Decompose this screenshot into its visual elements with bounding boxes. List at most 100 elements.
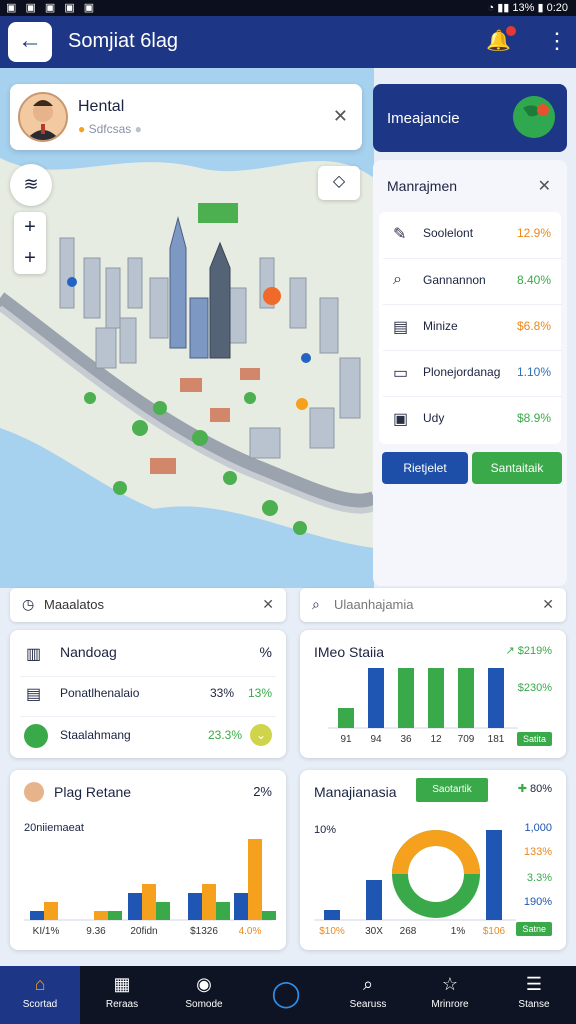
- info-tile[interactable]: Imeajancie: [373, 84, 567, 152]
- bar: [156, 902, 170, 920]
- side-panel-title: Manrajmen: [387, 178, 458, 194]
- bar: [142, 884, 156, 920]
- page-title: Somjiat 6lag: [68, 30, 179, 52]
- nav-home[interactable]: ⌂ Scortad: [0, 966, 80, 1024]
- nav-label: Scortad: [22, 999, 58, 1010]
- metric-row[interactable]: ✎ Soolelont 12.9%: [383, 212, 563, 257]
- menu-icon: ☰: [525, 974, 543, 994]
- row-label: Ponatlhenalaio: [60, 686, 140, 700]
- nav-grid[interactable]: ▦ Reraas: [82, 966, 162, 1024]
- profile-card[interactable]: Hental ● Sdfcsas ● ✕: [10, 84, 362, 150]
- metric-row[interactable]: ▣ Udy $8.9%: [383, 396, 563, 441]
- card-percent: %: [259, 644, 272, 660]
- nav-search[interactable]: ⌕ Searuss: [328, 966, 408, 1024]
- nav-label: Reraas: [105, 999, 139, 1010]
- side-value: 1,000: [524, 822, 552, 834]
- nav-label: Somode: [185, 999, 223, 1010]
- layers-icon[interactable]: ◇: [318, 166, 360, 200]
- bar: [188, 893, 202, 920]
- app-bar: ← Somjiat 6lag 🔔 ⋮: [0, 16, 576, 68]
- metric-value: $6.8%: [516, 319, 551, 333]
- pin-icon: ◉: [196, 974, 212, 994]
- notification-dot: [506, 26, 516, 36]
- back-button[interactable]: ←: [8, 22, 52, 62]
- nav-label: Stanse: [518, 999, 550, 1010]
- search-field[interactable]: ⌕ Ulaanhajamia ✕: [300, 588, 566, 622]
- filter-field[interactable]: ◷ Maaalatos ✕: [10, 588, 286, 622]
- globe-icon: [513, 96, 555, 138]
- tick-label: 268: [400, 926, 417, 937]
- summary-card: ▥ Nandoag % ▤ Ponatlhenalaio 33% 13% Sta…: [10, 630, 286, 758]
- status-indicators: ◔ ▮▮ 13% ▮ 0:20: [487, 2, 568, 14]
- tick-label: 36: [400, 734, 412, 745]
- nav-pin[interactable]: ◉ Somode: [164, 966, 244, 1024]
- close-icon[interactable]: ✕: [542, 596, 554, 613]
- tick-label: KI/1%: [33, 926, 60, 937]
- grid-icon: ▥: [26, 646, 42, 663]
- donut-chart-card: Manajianasia Saotartik ✚ 80% 10% $10% 30X…: [300, 770, 566, 950]
- metric-row[interactable]: ▭ Plonejordanag 1.10%: [383, 350, 563, 395]
- more-options-icon[interactable]: ⋮: [546, 28, 568, 54]
- bar: [30, 911, 44, 920]
- bar: [202, 884, 216, 920]
- close-icon[interactable]: ✕: [262, 596, 274, 613]
- bar: [108, 911, 122, 920]
- zoom-in-button[interactable]: +: [14, 212, 46, 243]
- tick-label: 94: [370, 734, 382, 745]
- nav-label: Mrinrore: [431, 999, 469, 1010]
- zoom-out-button[interactable]: +: [14, 243, 46, 274]
- metric-label: Minize: [423, 319, 458, 333]
- status-bar: ▣ ▣ ▣ ▣ ▣ ◔ ▮▮ 13% ▮ 0:20: [0, 0, 576, 16]
- nav-star[interactable]: ☆ Mrinrore: [410, 966, 490, 1024]
- row-value-green: 23.3%: [208, 728, 243, 742]
- bar: [234, 893, 248, 920]
- nav-menu[interactable]: ☰ Stanse: [492, 966, 576, 1024]
- nav-label: Searuss: [349, 999, 387, 1010]
- primary-button[interactable]: Rietjelet: [382, 452, 468, 484]
- tick-label: $106: [483, 926, 506, 937]
- row-value: 33%: [210, 686, 235, 700]
- status-badge: Satne: [516, 922, 552, 936]
- metric-value: 12.9%: [516, 226, 551, 240]
- bottom-navigation: ⌂ Scortad ▦ Reraas ◉ Somode ◯ ⌕ Searuss …: [0, 966, 576, 1024]
- side-value: 133%: [523, 846, 552, 858]
- metric-row[interactable]: ▤ Minize $6.8%: [383, 304, 563, 349]
- row-label: Staalahmang: [60, 728, 131, 742]
- metric-value: $8.9%: [516, 411, 551, 425]
- coin-icon: ●: [78, 122, 86, 136]
- bar: [44, 902, 58, 920]
- tick-label: 1%: [451, 926, 466, 937]
- notification-bell-icon[interactable]: 🔔: [486, 26, 516, 54]
- chevron-down-icon[interactable]: ⌄: [250, 724, 272, 746]
- status-dot-icon: ●: [134, 122, 142, 136]
- metric-value: 8.40%: [516, 273, 551, 287]
- metric-label: Gannannon: [423, 273, 486, 287]
- bar: [262, 911, 276, 920]
- grouped-chart-card: Plag Retane 2% 20niiemaeat KI/1% 9.36 20fi…: [10, 770, 286, 950]
- bar: [398, 668, 414, 728]
- avatar: [24, 724, 48, 748]
- bar: [128, 893, 142, 920]
- tick-label: 181: [488, 734, 505, 745]
- side-panel: Manrajmen ✕ ✎ Soolelont 12.9% ⌕ Gannanno…: [373, 160, 567, 586]
- wifi-icon[interactable]: ≋: [10, 164, 52, 206]
- filter-text: Maaalatos: [44, 597, 104, 612]
- bar-chart-card: IMeo Staiia ↗ $219% $230% 91 94 36 12 709 181…: [300, 630, 566, 758]
- tick-label: $1326: [190, 926, 218, 937]
- metric-value: 1.10%: [516, 365, 551, 379]
- close-icon[interactable]: ✕: [538, 176, 551, 196]
- nav-assistant[interactable]: ◯: [246, 966, 326, 1024]
- layers-icon: ▤: [393, 319, 409, 336]
- side-value: 3.3%: [526, 872, 552, 884]
- bar: [368, 668, 384, 728]
- secondary-button[interactable]: Santaitaik: [472, 452, 562, 484]
- search-placeholder: Ulaanhajamia: [334, 597, 414, 612]
- metric-row[interactable]: ⌕ Gannannon 8.40%: [383, 258, 563, 303]
- tick-label: 4.0%: [239, 926, 262, 937]
- star-icon: ☆: [441, 974, 459, 994]
- close-icon[interactable]: ✕: [333, 106, 348, 127]
- tick-label: 709: [458, 734, 475, 745]
- metrics-list: ✎ Soolelont 12.9% ⌕ Gannannon 8.40% ▤ Mi…: [379, 212, 563, 444]
- tick-label: $10%: [319, 926, 345, 937]
- bar: [216, 902, 230, 920]
